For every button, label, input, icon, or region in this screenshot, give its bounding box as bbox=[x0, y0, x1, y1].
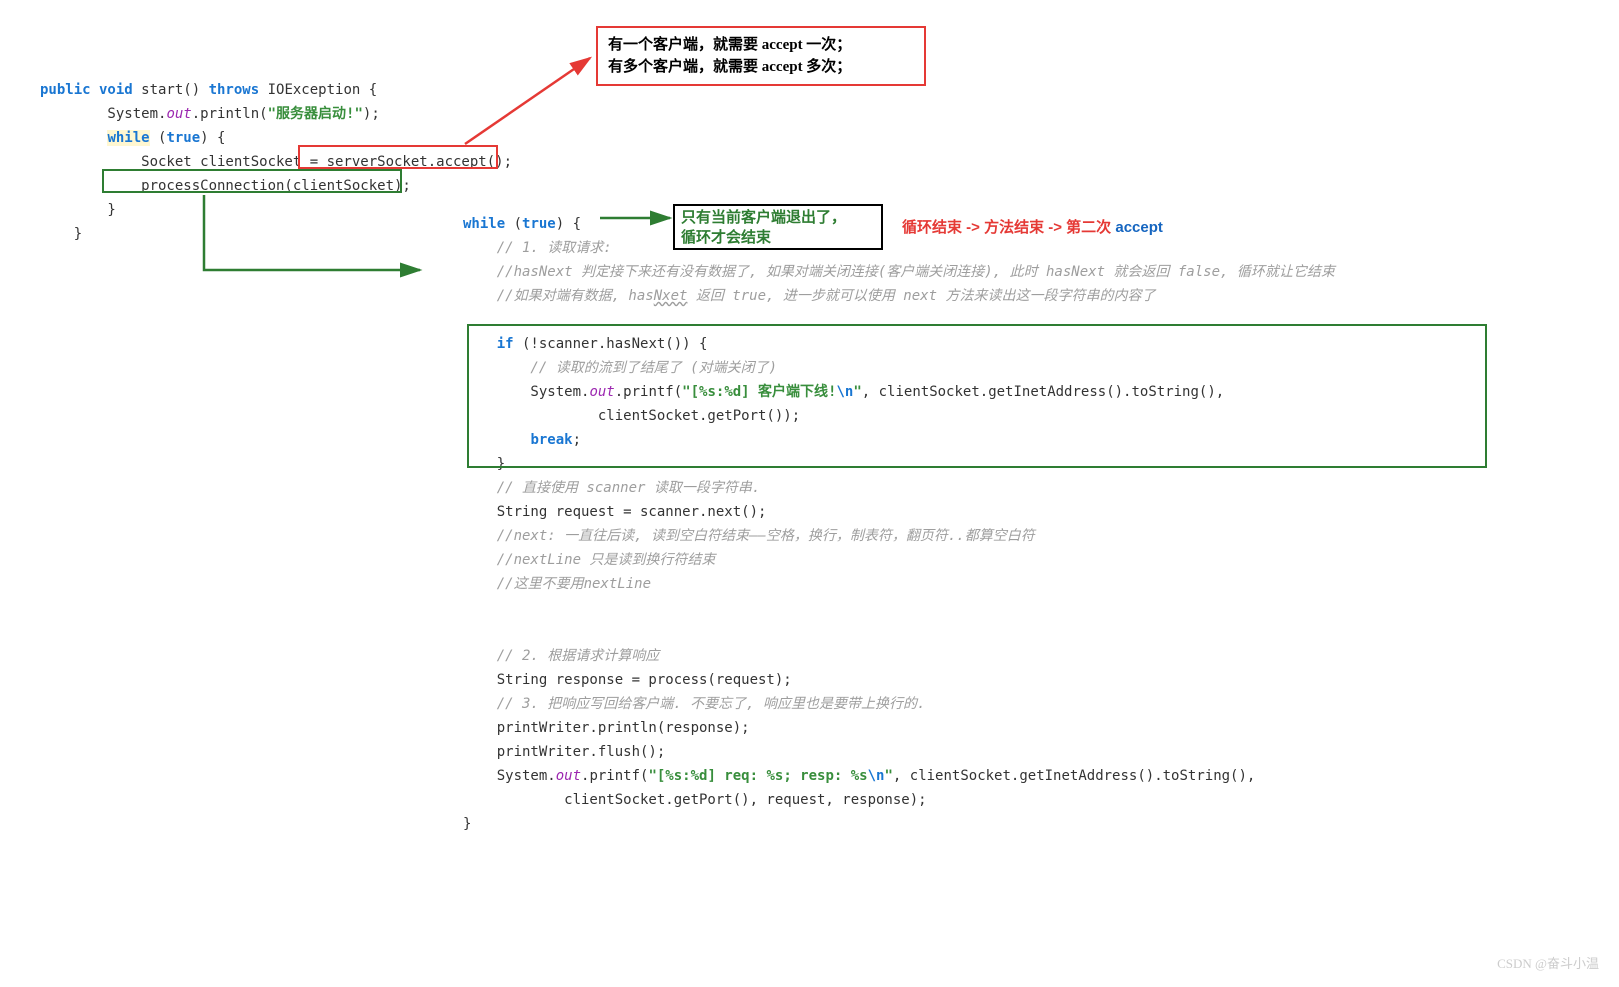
while-close: } bbox=[463, 816, 471, 832]
watermark: CSDN @奋斗小温 bbox=[1497, 953, 1599, 972]
paren: ( bbox=[150, 130, 167, 146]
cmt-next: //next: 一直往后读, 读到空白符结束——空格，换行，制表符，翻页符..都… bbox=[463, 528, 1035, 544]
esc-n2: \n bbox=[868, 768, 885, 784]
kw-true2: true bbox=[522, 216, 556, 232]
highlight-process-call bbox=[102, 169, 402, 193]
req-line: String request = scanner.next(); bbox=[463, 504, 766, 520]
note-accept-text: 有一个客户端，就需要 accept 一次； 有多个客户端，就需要 accept … bbox=[608, 34, 851, 78]
note-accept-line2: 有多个客户端，就需要 accept 多次； bbox=[608, 56, 851, 78]
cmt-hasnext: //hasNext 判定接下来还有没有数据了, 如果对端关闭连接(客户端关闭连接… bbox=[463, 264, 1335, 280]
cmt-read-req: // 1. 读取请求: bbox=[463, 240, 612, 256]
out3: out bbox=[556, 768, 581, 784]
cmt-scanner: // 直接使用 scanner 读取一段字符串. bbox=[463, 480, 760, 496]
highlight-if-block bbox=[467, 324, 1487, 468]
pw-flush: printWriter.flush(); bbox=[463, 744, 665, 760]
indent bbox=[40, 130, 107, 146]
kw-while2: while bbox=[463, 216, 505, 232]
resp-line: String response = process(request); bbox=[463, 672, 792, 688]
highlight-accept-call bbox=[298, 145, 498, 169]
final-args: clientSocket.getPort(), request, respons… bbox=[463, 792, 927, 808]
code-right-block: while (true) { // 1. 读取请求: //hasNext 判定接… bbox=[463, 212, 1335, 836]
kw-while: while bbox=[107, 130, 149, 146]
cmt-no-nextline: //这里不要用nextLine bbox=[463, 576, 651, 592]
kw-throws: throws bbox=[209, 82, 260, 98]
start-name: start() bbox=[133, 82, 209, 98]
println-end: ); bbox=[363, 106, 380, 122]
kw-public-void: public void bbox=[40, 82, 133, 98]
cmt-nxet: Nxet bbox=[654, 288, 688, 304]
println-mid: .println( bbox=[192, 106, 268, 122]
close-brace2: } bbox=[40, 226, 82, 242]
ioexception: IOException { bbox=[259, 82, 377, 98]
cmt-hasdata-c: 返回 true, 进一步就可以使用 next 方法来读出这一段字符串的内容了 bbox=[687, 288, 1155, 304]
out-field: out bbox=[166, 106, 191, 122]
note-accept-line1: 有一个客户端，就需要 accept 一次； bbox=[608, 34, 851, 56]
close-brace1: } bbox=[40, 202, 116, 218]
str-reqresp: "[%s:%d] req: %s; resp: %s bbox=[648, 768, 867, 784]
str-server-start: "服务器启动!" bbox=[268, 106, 363, 122]
println-pre: System. bbox=[40, 106, 166, 122]
cmt-nextline: //nextLine 只是读到换行符结束 bbox=[463, 552, 715, 568]
cmt-calc: // 2. 根据请求计算响应 bbox=[463, 648, 659, 664]
cmt-write: // 3. 把响应写回给客户端. 不要忘了, 响应里也是要带上换行的. bbox=[463, 696, 925, 712]
pw-println: printWriter.println(response); bbox=[463, 720, 750, 736]
brace: ) { bbox=[200, 130, 225, 146]
kw-true: true bbox=[166, 130, 200, 146]
cmt-hasdata-a: //如果对端有数据, has bbox=[463, 288, 654, 304]
